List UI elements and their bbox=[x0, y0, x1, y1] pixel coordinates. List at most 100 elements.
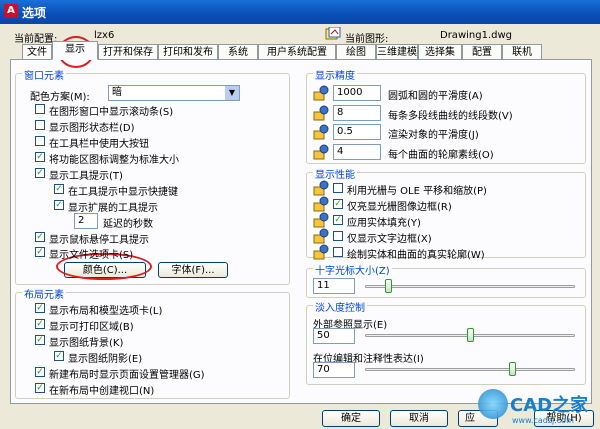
color-scheme-value: 暗 bbox=[112, 87, 122, 98]
tab-3[interactable]: 打印和发布 bbox=[158, 44, 218, 59]
checkbox[interactable]: ✓ bbox=[35, 303, 45, 313]
color-scheme-select[interactable]: 暗 ▼ bbox=[108, 85, 240, 101]
resolution-field[interactable]: 0.5 bbox=[333, 124, 381, 140]
tab-2[interactable]: 打开和保存 bbox=[98, 44, 158, 59]
tab-4[interactable]: 系统 bbox=[218, 44, 258, 59]
cad-watermark-url: www.cadzj.com bbox=[512, 416, 574, 425]
checkbox-label: 利用光栅与 OLE 平移和缩放(P) bbox=[347, 186, 487, 197]
checkbox[interactable] bbox=[333, 183, 343, 193]
checkbox[interactable] bbox=[333, 231, 343, 241]
performance-icon bbox=[313, 244, 329, 260]
current-profile-value: lzx6 bbox=[94, 30, 115, 41]
cad-watermark: CAD之家 www.cadzj.com bbox=[478, 385, 598, 429]
tooltip-delay-value: 2 bbox=[78, 215, 85, 226]
inplace-slider-track[interactable] bbox=[365, 368, 575, 371]
checkbox[interactable]: ✓ bbox=[35, 383, 45, 393]
checkbox-label: 在新布局中创建视口(N) bbox=[49, 386, 155, 397]
ok-button[interactable]: 确定 bbox=[322, 410, 380, 427]
checkbox[interactable] bbox=[35, 136, 45, 146]
checkbox-label: 在图形窗口中显示滚动条(S) bbox=[49, 107, 174, 118]
performance-icon bbox=[313, 212, 329, 228]
resolution-field[interactable]: 4 bbox=[333, 144, 381, 160]
checkbox[interactable]: ✓ bbox=[333, 199, 343, 209]
checkbox[interactable]: ✓ bbox=[35, 319, 45, 329]
checkbox-label: 显示工具提示(T) bbox=[49, 171, 123, 182]
resolution-label: 渲染对象的平滑度(J) bbox=[388, 130, 479, 141]
tab-0[interactable]: 文件 bbox=[22, 44, 52, 59]
resolution-field[interactable]: 1000 bbox=[333, 85, 381, 101]
checkbox-label: 显示图形状态栏(D) bbox=[49, 123, 135, 134]
tab-6[interactable]: 绘图 bbox=[336, 44, 376, 59]
checkbox[interactable]: ✓ bbox=[35, 168, 45, 178]
cad-logo-icon bbox=[478, 389, 508, 419]
window-title: 选项 bbox=[22, 6, 47, 20]
checkbox[interactable]: ✓ bbox=[54, 351, 64, 361]
checkbox-label: 应用实体填充(Y) bbox=[347, 218, 421, 229]
checkbox[interactable]: ✓ bbox=[35, 152, 45, 162]
crosshair-size-field[interactable]: 11 bbox=[313, 278, 355, 294]
performance-icon bbox=[313, 180, 329, 196]
checkbox[interactable]: ✓ bbox=[35, 335, 45, 345]
checkbox[interactable]: ✓ bbox=[333, 215, 343, 225]
checkbox[interactable]: ✓ bbox=[54, 200, 64, 210]
checkbox-label: 显示扩展的工具提示 bbox=[68, 203, 158, 214]
inplace-slider-thumb[interactable] bbox=[509, 362, 516, 376]
inplace-edit-field[interactable]: 70 bbox=[313, 362, 355, 378]
fade-control-title: 淡入度控制 bbox=[313, 299, 367, 314]
resolution-field[interactable]: 8 bbox=[333, 105, 381, 121]
checkbox[interactable] bbox=[35, 104, 45, 114]
color-scheme-label: 配色方案(M): bbox=[30, 92, 90, 103]
checkbox[interactable]: ✓ bbox=[54, 184, 64, 194]
tab-10[interactable]: 联机 bbox=[502, 44, 542, 59]
checkbox-label: 在工具栏中使用大按钮 bbox=[49, 139, 149, 150]
display-performance-title: 显示性能 bbox=[313, 166, 357, 181]
resolution-label: 每个曲面的轮廓素线(O) bbox=[388, 150, 494, 161]
chevron-down-icon[interactable]: ▼ bbox=[225, 86, 239, 100]
checkbox[interactable]: ✓ bbox=[35, 232, 45, 242]
title-bar: A 选项 bbox=[0, 0, 600, 24]
checkbox[interactable] bbox=[333, 247, 343, 257]
xref-slider-thumb[interactable] bbox=[467, 328, 474, 342]
cad-watermark-text: CAD之家 bbox=[510, 395, 589, 416]
performance-icon bbox=[313, 228, 329, 244]
tooltip-delay-field[interactable]: 2 bbox=[74, 213, 98, 229]
resolution-icon bbox=[313, 144, 329, 160]
tab-8[interactable]: 选择集 bbox=[418, 44, 462, 59]
drawing-icon bbox=[325, 26, 341, 41]
tab-9[interactable]: 配置 bbox=[462, 44, 502, 59]
window-elements-title: 窗口元素 bbox=[22, 67, 66, 82]
checkbox-label: 显示图纸背景(K) bbox=[49, 338, 124, 349]
performance-icon bbox=[313, 196, 329, 212]
checkbox-label: 在工具提示中显示快捷键 bbox=[68, 187, 178, 198]
tab-7[interactable]: 三维建模 bbox=[376, 44, 418, 59]
cancel-button[interactable]: 取消 bbox=[390, 410, 448, 427]
fonts-button[interactable]: 字体(F)... bbox=[158, 262, 228, 278]
tab-1[interactable]: 显示 bbox=[52, 41, 98, 60]
crosshair-slider-track[interactable] bbox=[365, 285, 575, 288]
resolution-icon bbox=[313, 85, 329, 101]
checkbox[interactable] bbox=[35, 120, 45, 130]
checkbox-label: 显示图纸阴影(E) bbox=[68, 354, 143, 365]
tooltip-delay-label: 延迟的秒数 bbox=[103, 219, 153, 230]
xref-display-field[interactable]: 50 bbox=[313, 328, 355, 344]
autocad-app-icon: A bbox=[4, 4, 18, 18]
resolution-icon bbox=[313, 105, 329, 121]
display-resolution-title: 显示精度 bbox=[313, 67, 357, 82]
checkbox-label: 绘制实体和曲面的真实轮廓(W) bbox=[347, 250, 485, 261]
crosshair-size-value: 11 bbox=[317, 280, 330, 291]
checkbox[interactable]: ✓ bbox=[35, 367, 45, 377]
checkbox-label: 显示布局和模型选项卡(L) bbox=[49, 306, 163, 317]
crosshair-title: 十字光标大小(Z) bbox=[313, 262, 392, 277]
current-profile-label: 当前配置: bbox=[14, 34, 58, 45]
resolution-icon bbox=[313, 124, 329, 140]
checkbox-label: 新建布局时显示页面设置管理器(G) bbox=[49, 370, 205, 381]
current-drawing-value: Drawing1.dwg bbox=[440, 30, 512, 41]
resolution-label: 每条多段线曲线的线段数(V) bbox=[388, 111, 513, 122]
layout-elements-title: 布局元素 bbox=[22, 286, 66, 301]
checkbox-label: 显示鼠标悬停工具提示 bbox=[49, 235, 149, 246]
current-drawing-label: 当前图形: bbox=[345, 34, 389, 45]
checkbox[interactable]: ✓ bbox=[35, 247, 45, 257]
tab-5[interactable]: 用户系统配置 bbox=[258, 44, 336, 59]
checkbox-label: 仅亮显光栅图像边框(R) bbox=[347, 202, 452, 213]
crosshair-slider-thumb[interactable] bbox=[385, 279, 393, 293]
